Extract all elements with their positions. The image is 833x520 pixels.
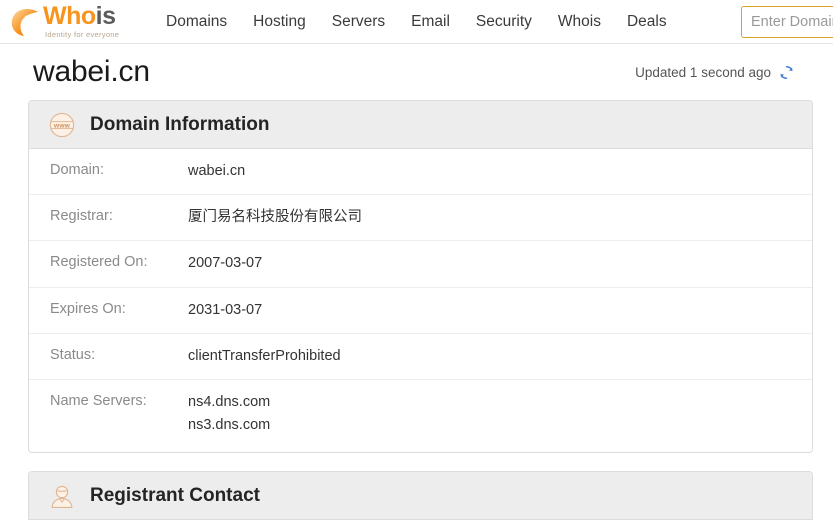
row-value: clientTransferProhibited — [188, 345, 341, 368]
registrant-contact-card-header: Registrant Contact — [29, 472, 812, 520]
domain-information-card: www Domain Information Domain: wabei.cn … — [28, 100, 813, 453]
updated-status: Updated 1 second ago — [635, 64, 795, 81]
domain-information-title: Domain Information — [90, 114, 269, 136]
updated-timestamp: Updated 1 second ago — [635, 65, 771, 80]
nav-item-email[interactable]: Email — [411, 13, 450, 31]
logo-word-is: is — [96, 2, 116, 30]
table-row: Registered On: 2007-03-07 — [29, 241, 812, 287]
nav-item-domains[interactable]: Domains — [166, 13, 227, 31]
row-value: ns4.dns.com ns3.dns.com — [188, 391, 270, 437]
row-label: Status: — [50, 345, 188, 366]
table-row: Registrar: 厦门易名科技股份有限公司 — [29, 195, 812, 241]
top-navigation-bar: Whois Identity for everyone Domains Host… — [0, 0, 833, 44]
person-icon — [48, 482, 76, 510]
refresh-icon[interactable] — [778, 64, 795, 81]
table-row: Expires On: 2031-03-07 — [29, 288, 812, 334]
table-row: Name Servers: ns4.dns.com ns3.dns.com — [29, 380, 812, 448]
row-value: wabei.cn — [188, 160, 245, 183]
nav-item-deals[interactable]: Deals — [627, 13, 667, 31]
nav-item-whois[interactable]: Whois — [558, 13, 601, 31]
site-logo[interactable]: Whois Identity for everyone — [8, 4, 146, 39]
search-input[interactable] — [741, 6, 833, 38]
domain-information-card-header: www Domain Information — [29, 101, 812, 149]
row-label: Registrar: — [50, 206, 188, 227]
registrant-contact-title: Registrant Contact — [90, 485, 260, 507]
page-header: wabei.cn Updated 1 second ago — [0, 44, 833, 100]
row-label: Name Servers: — [50, 391, 188, 412]
page-title: wabei.cn — [33, 55, 150, 89]
domain-search — [741, 6, 833, 38]
www-globe-icon: www — [48, 111, 76, 139]
logo-wordmark: Whois — [43, 4, 119, 29]
row-label: Registered On: — [50, 252, 188, 273]
domain-information-rows: Domain: wabei.cn Registrar: 厦门易名科技股份有限公司… — [29, 149, 812, 452]
logo-word-who: Who — [43, 2, 96, 30]
whois-swirl-icon — [8, 5, 42, 39]
svg-text:www: www — [53, 122, 71, 129]
row-label: Domain: — [50, 160, 188, 181]
logo-tagline: Identity for everyone — [45, 31, 119, 39]
main-nav: Domains Hosting Servers Email Security W… — [166, 13, 667, 31]
nav-item-servers[interactable]: Servers — [332, 13, 385, 31]
table-row: Domain: wabei.cn — [29, 149, 812, 195]
registrant-contact-card: Registrant Contact Organization: 北京校园科技有… — [28, 471, 813, 520]
row-value: 2031-03-07 — [188, 299, 262, 322]
row-label: Expires On: — [50, 299, 188, 320]
table-row: Status: clientTransferProhibited — [29, 334, 812, 380]
row-value: 2007-03-07 — [188, 252, 262, 275]
row-value: 厦门易名科技股份有限公司 — [188, 206, 362, 229]
nav-item-security[interactable]: Security — [476, 13, 532, 31]
nav-item-hosting[interactable]: Hosting — [253, 13, 306, 31]
